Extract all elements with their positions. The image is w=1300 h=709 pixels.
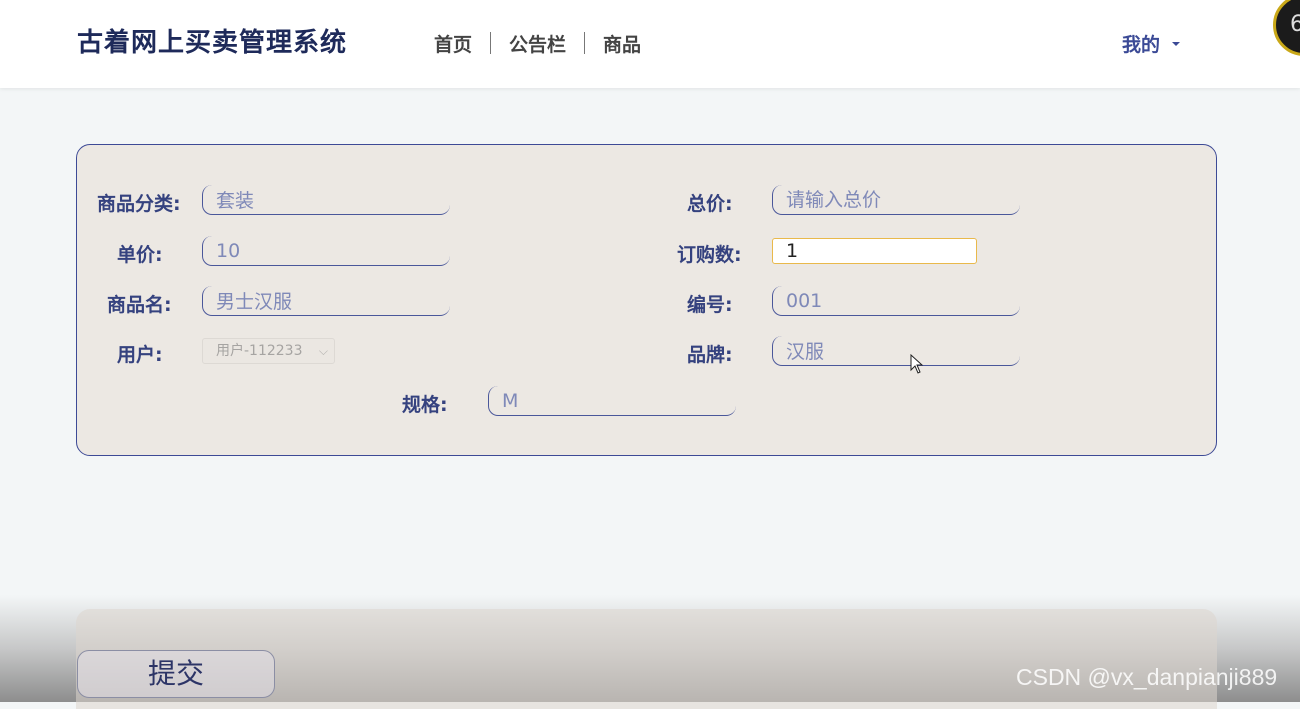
top-header: 古着网上买卖管理系统 首页 公告栏 商品 我的 xyxy=(0,0,1300,88)
quantity-label: 订购数: xyxy=(677,244,742,266)
caret-down-icon xyxy=(1172,41,1181,46)
brand-field[interactable] xyxy=(772,336,1020,366)
spec-label: 规格: xyxy=(402,394,448,416)
main-nav: 首页 公告栏 商品 xyxy=(416,29,659,57)
app-title: 古着网上买卖管理系统 xyxy=(77,28,348,58)
unit-price-field[interactable] xyxy=(202,236,450,266)
brand-label: 品牌: xyxy=(687,344,733,366)
nav-home[interactable]: 首页 xyxy=(416,30,490,57)
user-select-value: 用户-112233 xyxy=(216,343,303,359)
user-menu-dropdown[interactable]: 我的 xyxy=(1122,30,1181,57)
quantity-field[interactable] xyxy=(772,238,977,264)
code-field[interactable] xyxy=(772,286,1020,316)
order-form: 商品分类: 单价: 商品名: 用户: 用户-112233 ⌵ 总价: 订购数: … xyxy=(76,144,1217,456)
submit-button[interactable]: 提交 xyxy=(77,650,275,698)
product-name-field[interactable] xyxy=(202,286,450,316)
spec-field[interactable] xyxy=(488,386,736,416)
watermark-text: CSDN @vx_danpianji889 xyxy=(1016,664,1278,690)
user-label: 用户: xyxy=(117,344,163,366)
total-price-field[interactable] xyxy=(772,185,1020,215)
unit-price-label: 单价: xyxy=(117,244,163,266)
nav-products[interactable]: 商品 xyxy=(585,30,659,57)
chevron-down-icon: ⌵ xyxy=(318,344,328,358)
category-label: 商品分类: xyxy=(97,193,181,215)
code-label: 编号: xyxy=(687,294,733,316)
user-menu-label: 我的 xyxy=(1122,34,1161,56)
category-field[interactable] xyxy=(202,185,450,215)
total-price-label: 总价: xyxy=(687,193,733,215)
nav-notice-board[interactable]: 公告栏 xyxy=(491,30,584,57)
mouse-cursor-icon xyxy=(910,354,924,374)
product-name-label: 商品名: xyxy=(107,294,172,316)
user-select[interactable]: 用户-112233 ⌵ xyxy=(202,338,335,364)
